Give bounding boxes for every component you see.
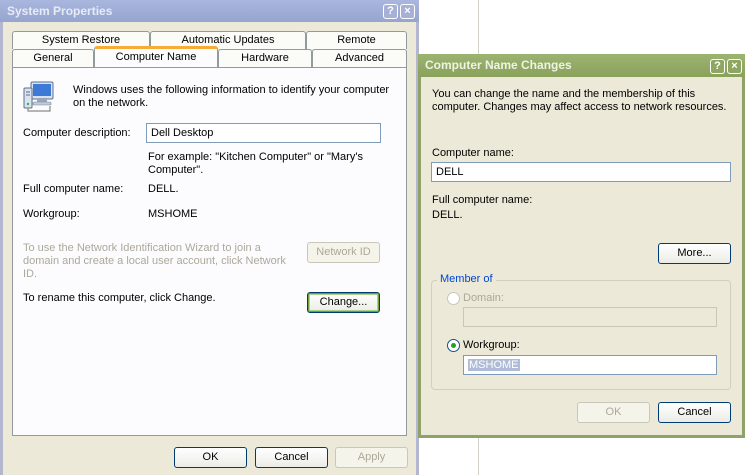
rename-text: To rename this computer, click Change.: [23, 292, 216, 304]
full-computer-name-label: Full computer name:: [23, 183, 124, 195]
domain-label: Domain:: [463, 292, 504, 304]
network-wizard-text: To use the Network Identification Wizard…: [23, 242, 286, 280]
tab-label: Hardware: [241, 52, 289, 64]
tab-label: Advanced: [335, 52, 384, 64]
computer-description-input[interactable]: Dell Desktop: [146, 123, 381, 143]
computer-name-changes-window: Computer Name Changes ? × You can change…: [418, 54, 745, 438]
tab-label: Computer Name: [115, 51, 197, 63]
cancel-button[interactable]: Cancel: [658, 402, 731, 423]
close-icon: ×: [404, 5, 411, 17]
computer-name-input[interactable]: DELL: [431, 162, 731, 182]
computer-network-icon: [23, 81, 54, 112]
computer-name-label: Computer name:: [432, 147, 514, 159]
workgroup-input[interactable]: MSHOME: [463, 355, 717, 375]
workgroup-label: Workgroup:: [23, 208, 80, 220]
tab-hardware[interactable]: Hardware: [218, 49, 312, 67]
full-computer-name-value: DELL.: [148, 183, 179, 195]
tab-label: General: [33, 52, 73, 64]
help-button[interactable]: ?: [383, 4, 398, 19]
apply-button[interactable]: Apply: [335, 447, 408, 468]
tab-remote[interactable]: Remote: [306, 31, 407, 49]
tab-label: System Restore: [41, 34, 121, 46]
tab-computer-name[interactable]: Computer Name: [94, 46, 218, 67]
computer-description-label: Computer description:: [23, 127, 131, 139]
info-text: You can change the name and the membersh…: [432, 88, 727, 113]
more-button[interactable]: More...: [658, 243, 731, 264]
ok-button[interactable]: OK: [577, 402, 650, 423]
ok-button[interactable]: OK: [174, 447, 247, 468]
help-icon: ?: [714, 60, 721, 72]
member-of-label: Member of: [437, 273, 496, 285]
example-text: For example: "Kitchen Computer" or "Mary…: [148, 151, 363, 176]
domain-radio[interactable]: [447, 292, 460, 305]
domain-input[interactable]: [463, 307, 717, 327]
radio-selected-dot: [451, 343, 456, 348]
change-button[interactable]: Change...: [307, 292, 380, 313]
system-properties-window: System Properties ? × System Restore Aut…: [0, 0, 419, 475]
tab-advanced[interactable]: Advanced: [312, 49, 407, 67]
tab-label: Automatic Updates: [181, 34, 275, 46]
help-button[interactable]: ?: [710, 59, 725, 74]
tab-general[interactable]: General: [12, 49, 94, 67]
close-icon: ×: [731, 60, 738, 72]
workgroup-input-text: MSHOME: [468, 359, 520, 371]
info-text: Windows uses the following information t…: [73, 84, 390, 109]
window-title: System Properties: [7, 4, 113, 18]
help-icon: ?: [387, 5, 394, 17]
full-computer-name-label: Full computer name:: [432, 194, 533, 206]
computer-name-changes-titlebar[interactable]: Computer Name Changes: [418, 54, 745, 77]
tab-label: Remote: [337, 34, 376, 46]
system-properties-titlebar[interactable]: System Properties: [0, 0, 419, 22]
close-button[interactable]: ×: [400, 4, 415, 19]
workgroup-radio[interactable]: [447, 339, 460, 352]
workgroup-value: MSHOME: [148, 208, 198, 220]
network-id-button[interactable]: Network ID: [307, 242, 380, 263]
cancel-button[interactable]: Cancel: [255, 447, 328, 468]
workgroup-label: Workgroup:: [463, 339, 520, 351]
window-title: Computer Name Changes: [425, 58, 572, 72]
full-computer-name-value: DELL.: [432, 209, 463, 221]
close-button[interactable]: ×: [727, 59, 742, 74]
